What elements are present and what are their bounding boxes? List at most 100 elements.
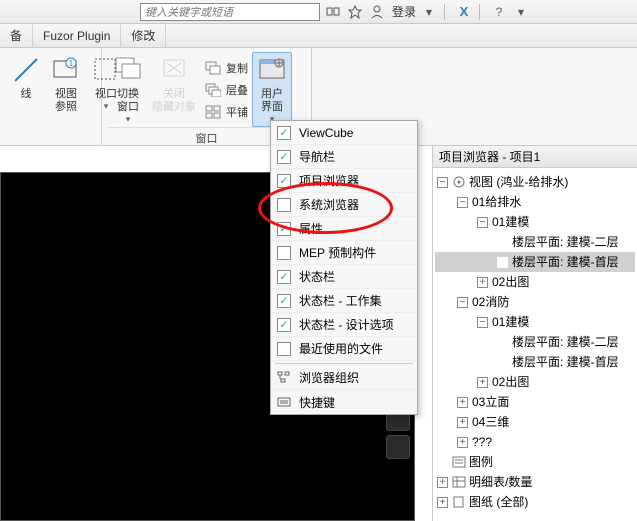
tree-leaf[interactable]: 楼层平面: 建模-首层 (435, 252, 635, 272)
label: 窗口 (117, 101, 139, 113)
search-input[interactable]: 键入关键字或短语 (140, 3, 320, 21)
menu-item-recent-files[interactable]: 最近使用的文件 (271, 337, 417, 361)
exchange-icon[interactable]: X (455, 3, 473, 21)
menu-item-statusbar-worksets[interactable]: ✓状态栏 - 工作集 (271, 289, 417, 313)
ui-icon (256, 54, 288, 86)
tree-node-legends[interactable]: 图例 (435, 452, 635, 472)
tree-view[interactable]: −视图 (鸿业-给排水) −01给排水 −01建模 楼层平面: 建模-二层 楼层… (433, 168, 637, 521)
separator (479, 4, 480, 20)
label: 03立面 (472, 392, 509, 412)
tab-fuzor[interactable]: Fuzor Plugin (33, 24, 121, 48)
help-icon[interactable]: ? (490, 3, 508, 21)
tab-item[interactable]: 备 (0, 24, 33, 48)
tree-leaf[interactable]: 楼层平面: 建模-二层 (435, 232, 635, 252)
tree-node[interactable]: −02消防 (435, 292, 635, 312)
ribbon-tabs: 备 Fuzor Plugin 修改 (0, 24, 637, 48)
checkbox-icon (277, 246, 291, 260)
label: 切换 (117, 88, 139, 100)
menu-item-statusbar-design[interactable]: ✓状态栏 - 设计选项 (271, 313, 417, 337)
menu-item-properties[interactable]: ✓ 属性 (271, 217, 417, 241)
star-icon[interactable] (346, 3, 364, 21)
checkbox-icon (277, 198, 291, 212)
ui-dropdown-menu: ✓ViewCube ✓ 导航栏 ✓ 项目浏览器 系统浏览器 ✓ 属性 MEP 预制构件… (270, 120, 418, 415)
label: 属性 (299, 220, 323, 237)
legend-icon (452, 456, 466, 468)
cascade-button[interactable]: 层叠 (204, 79, 248, 101)
project-browser: 项目浏览器 - 项目1 −视图 (鸿业-给排水) −01给排水 −01建模 楼层… (432, 146, 637, 521)
label: 图例 (469, 452, 493, 472)
checkbox-icon: ✓ (277, 150, 291, 164)
replicate-button[interactable]: 复制 (204, 57, 248, 79)
tree-node-sheets[interactable]: +图纸 (全部) (435, 492, 635, 512)
tile-button[interactable]: 平铺 (204, 101, 248, 123)
checkbox-icon: ✓ (277, 270, 291, 284)
label: 图纸 (全部) (469, 492, 528, 512)
user-icon[interactable] (368, 3, 386, 21)
label: 01建模 (492, 212, 529, 232)
label: 楼层平面: 建模-二层 (512, 232, 619, 252)
menu-item-mep[interactable]: MEP 预制构件 (271, 241, 417, 265)
panel-title: 项目浏览器 - 项目1 (433, 146, 637, 168)
label: 楼层平面: 建模-二层 (512, 332, 619, 352)
tree-node-views[interactable]: −视图 (鸿业-给排水) (435, 172, 635, 192)
cascade-icon (204, 82, 222, 98)
label: 复制 (226, 60, 248, 76)
switch-window-button[interactable]: 切换窗口 ▾ (108, 52, 148, 127)
checkbox-icon: ✓ (277, 126, 291, 140)
binoculars-icon[interactable] (324, 3, 342, 21)
label: 01建模 (492, 312, 529, 332)
menu-item-statusbar[interactable]: ✓状态栏 (271, 265, 417, 289)
chevron-down-icon[interactable]: ▾ (420, 3, 438, 21)
replicate-icon (204, 60, 222, 76)
tree-node[interactable]: +??? (435, 432, 635, 452)
label: 导航栏 (299, 148, 335, 165)
label: 楼层平面: 建模-首层 (512, 252, 619, 272)
tree-leaf[interactable]: 楼层平面: 建模-首层 (435, 352, 635, 372)
label: 浏览器组织 (299, 369, 359, 386)
checkbox-icon: ✓ (277, 222, 291, 236)
menu-item-navbar[interactable]: ✓ 导航栏 (271, 145, 417, 169)
tree-node[interactable]: −01给排水 (435, 192, 635, 212)
chevron-down-icon[interactable]: ▾ (512, 3, 530, 21)
tree-node[interactable]: +04三维 (435, 412, 635, 432)
separator (444, 4, 445, 20)
menu-item-system-browser[interactable]: 系统浏览器 (271, 193, 417, 217)
tree-node[interactable]: +02出图 (435, 272, 635, 292)
view-ref-button[interactable]: 1 视图参照 (46, 52, 86, 143)
menu-divider (275, 363, 413, 364)
tree-node[interactable]: −01建模 (435, 312, 635, 332)
line-button[interactable]: 线 (6, 52, 46, 143)
user-interface-button[interactable]: 用户界面 ▾ (252, 52, 292, 127)
tile-icon (204, 104, 222, 120)
tab-modify[interactable]: 修改 (121, 24, 166, 48)
keyboard-icon (277, 395, 291, 409)
tree-node[interactable]: −01建模 (435, 212, 635, 232)
menu-item-browser-org[interactable]: 浏览器组织 (271, 366, 417, 390)
checkbox-icon: ✓ (277, 174, 291, 188)
label: 04三维 (472, 412, 509, 432)
label: 视图 (鸿业-给排水) (469, 172, 568, 192)
tree-node[interactable]: +03立面 (435, 392, 635, 412)
view-ref-icon: 1 (50, 54, 82, 86)
line-icon (10, 54, 42, 86)
label: 平铺 (226, 104, 248, 120)
tree-leaf[interactable]: 楼层平面: 建模-二层 (435, 332, 635, 352)
label: 参照 (55, 101, 77, 113)
label: 界面 (261, 101, 283, 113)
menu-item-project-browser[interactable]: ✓ 项目浏览器 (271, 169, 417, 193)
nav-zoom-icon[interactable] (386, 435, 410, 459)
label: 视图 (55, 88, 77, 100)
label: 状态栏 - 设计选项 (299, 316, 394, 333)
checkbox-icon (277, 342, 291, 356)
menu-item-viewcube[interactable]: ✓ViewCube (271, 121, 417, 145)
tree-node-schedules[interactable]: +明细表/数量 (435, 472, 635, 492)
sign-in-link[interactable]: 登录 (392, 3, 416, 20)
label: 系统浏览器 (299, 196, 359, 213)
label: 项目浏览器 (299, 172, 359, 189)
close-hidden-button[interactable]: 关闭隐藏对象 (148, 52, 200, 127)
schedule-icon (452, 476, 466, 488)
menu-item-shortcuts[interactable]: 快捷键 (271, 390, 417, 414)
tree-icon (277, 371, 291, 385)
tree-node[interactable]: +02出图 (435, 372, 635, 392)
checkbox-icon: ✓ (277, 294, 291, 308)
